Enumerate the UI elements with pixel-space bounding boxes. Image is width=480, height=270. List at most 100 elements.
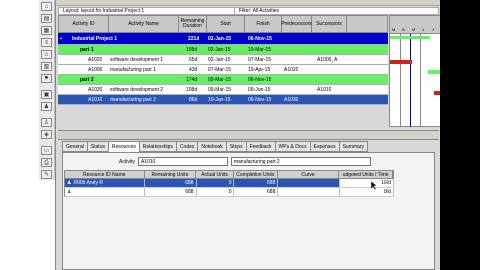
duration: 174d bbox=[186, 76, 198, 83]
finish-date: 09-Jun-15 bbox=[248, 86, 271, 93]
pane-splitter[interactable] bbox=[58, 130, 439, 140]
table-row[interactable]: part 1 108d 02-Jan-15 19-Mar-15 bbox=[58, 45, 388, 55]
toolbar-column: ⌂ ▤ ▦ ≡ ☺ ▥ ⚑ ▣ ♟ ♙ ◈ ▭ ⎙ ✎ bbox=[39, 0, 55, 180]
table-row[interactable]: ♟ R005 Andy R 688 0 688 10/d bbox=[64, 179, 395, 188]
resources-panel: Activity A1010 manufacturing part 2 Reso… bbox=[62, 152, 435, 270]
table-row[interactable]: part 2 174d 09-Mar-15 06-Nov-15 bbox=[58, 75, 388, 85]
table-row[interactable]: ▪ Industrial Project 1 221d 02-Jan-15 06… bbox=[58, 33, 388, 45]
activity-name: manufacturing part 2 bbox=[110, 96, 156, 103]
col-finish[interactable]: Finish bbox=[245, 16, 282, 32]
curve bbox=[278, 179, 341, 187]
start-date: 07-Mar-15 bbox=[208, 66, 232, 73]
timescale-line bbox=[420, 34, 421, 127]
tab-codes[interactable]: Codes bbox=[175, 141, 199, 152]
col-start[interactable]: Start bbox=[207, 16, 245, 32]
timescale-line bbox=[400, 34, 401, 127]
duration: 65d bbox=[189, 56, 198, 63]
portfolio-icon[interactable]: ◈ bbox=[41, 130, 52, 139]
col-completion-units[interactable]: Completion Units bbox=[234, 171, 278, 178]
table-row[interactable]: A1010 manufacturing part 2 86d 10-Jun-15… bbox=[58, 95, 388, 105]
activity-name-field[interactable]: manufacturing part 2 bbox=[230, 157, 371, 166]
timescale-month: A bbox=[402, 27, 405, 32]
activity-table-header: Activity ID Activity Name Remaining Dura… bbox=[58, 15, 388, 33]
pen-icon[interactable]: ✎ bbox=[41, 170, 52, 179]
table-row[interactable]: A1020 software development 1 65d 02-Jan-… bbox=[58, 55, 388, 65]
duration: 108d bbox=[186, 86, 198, 93]
docs-icon[interactable]: ▭ bbox=[41, 146, 52, 155]
start-date: 02-Jan-15 bbox=[208, 35, 232, 42]
actual-units: 0 bbox=[197, 188, 235, 196]
resource-name: R005 Andy R bbox=[73, 180, 103, 186]
finish-date: 06-Nov-15 bbox=[248, 96, 272, 103]
start-date: 02-Jan-15 bbox=[208, 56, 231, 63]
table-row[interactable]: ♟ 688 0 688 8/d bbox=[64, 188, 395, 197]
collapse-icon[interactable]: ▪ bbox=[60, 33, 62, 44]
remaining-units: 688 bbox=[145, 188, 197, 196]
tab-wps-docs[interactable]: WPs & Docs bbox=[274, 141, 311, 152]
resources-icon[interactable]: ♟ bbox=[41, 102, 52, 111]
activity-row: Activity A1010 manufacturing part 2 bbox=[119, 157, 371, 166]
timescale-month: M bbox=[392, 27, 396, 32]
resource-assignments-table: Resource ID Name Remaining Units Actual … bbox=[64, 170, 395, 197]
finish-date: 19-Mar-15 bbox=[248, 46, 272, 53]
tab-relationships[interactable]: Relationships bbox=[138, 141, 177, 152]
resource-name-cell: ♟ bbox=[65, 188, 145, 196]
budgeted-units-time: 8/d bbox=[340, 188, 395, 196]
users-icon[interactable]: ♙ bbox=[41, 118, 52, 127]
print-icon[interactable]: ⎙ bbox=[41, 158, 52, 167]
assignments-icon[interactable]: ☺ bbox=[41, 50, 52, 59]
col-actual-units[interactable]: Actual Units bbox=[196, 171, 234, 178]
black-margin bbox=[440, 0, 480, 270]
tab-summary[interactable]: Summary bbox=[338, 141, 368, 152]
tab-expenses[interactable]: Expenses bbox=[309, 141, 340, 152]
start-date: 09-Mar-15 bbox=[208, 86, 232, 93]
finish-date: 19-Apr-15 bbox=[248, 66, 271, 73]
detail-tabs: General Status Resources Relationships C… bbox=[62, 141, 368, 152]
main-window: Layout: layout for Industrial Project 1 … bbox=[55, 0, 441, 270]
tab-notebook[interactable]: Notebook bbox=[197, 141, 227, 152]
gantt-chart[interactable]: M A M J J bbox=[389, 15, 441, 127]
col-predecessors[interactable]: Predecessors bbox=[281, 16, 312, 32]
col-activity-name[interactable]: Activity Name bbox=[109, 16, 179, 32]
tab-status[interactable]: Status bbox=[86, 141, 109, 152]
table-row[interactable]: A1000 manufacturing part 1 43d 07-Mar-15… bbox=[58, 65, 388, 75]
table-row[interactable]: A1030 software development 2 108d 09-Mar… bbox=[58, 85, 388, 95]
filter-label[interactable]: Filter: All Activities bbox=[234, 8, 438, 14]
activity-id-field[interactable]: A1010 bbox=[137, 157, 228, 166]
col-resource-id-name[interactable]: Resource ID Name bbox=[65, 171, 145, 178]
duration: 108d bbox=[186, 46, 198, 53]
project-name: Industrial Project 1 bbox=[72, 35, 118, 42]
remaining-units: 688 bbox=[145, 179, 197, 187]
gantt-bar[interactable] bbox=[390, 60, 412, 64]
budgeted-units-time[interactable]: 10/d bbox=[340, 179, 395, 187]
col-activity-id[interactable]: Activity ID bbox=[59, 16, 109, 32]
tab-general[interactable]: General bbox=[62, 141, 88, 152]
tab-feedback[interactable]: Feedback bbox=[245, 141, 276, 152]
wbs-icon[interactable]: ▦ bbox=[41, 26, 52, 35]
timescale-month: J bbox=[432, 27, 434, 32]
gantt-bar[interactable] bbox=[390, 36, 430, 39]
col-remaining-duration[interactable]: Remaining Duration bbox=[179, 16, 207, 32]
col-curve[interactable]: Curve bbox=[278, 171, 340, 178]
projects-icon[interactable]: ▤ bbox=[41, 14, 52, 23]
activities-icon[interactable]: ≡ bbox=[41, 38, 52, 47]
tracking-icon[interactable]: ▥ bbox=[41, 62, 52, 71]
col-remaining-units[interactable]: Remaining Units bbox=[145, 171, 197, 178]
layout-filter-bar: Layout: layout for Industrial Project 1 … bbox=[58, 7, 439, 15]
tab-resources[interactable]: Resources bbox=[107, 141, 140, 152]
mouse-cursor-icon bbox=[370, 180, 378, 191]
activity-name: manufacturing part 1 bbox=[110, 66, 156, 73]
layout-label[interactable]: Layout: layout for Industrial Project 1 bbox=[59, 8, 234, 14]
col-budgeted-units-time[interactable]: udgeted Units / Time bbox=[339, 171, 393, 178]
tab-steps[interactable]: Steps bbox=[225, 141, 247, 152]
resource-icon: ♟ bbox=[67, 180, 72, 186]
issues-icon[interactable]: ⚑ bbox=[41, 74, 52, 83]
activity-name: software development 1 bbox=[110, 56, 164, 63]
finish-date: 06-Nov-15 bbox=[248, 76, 272, 83]
col-successors[interactable]: Successors bbox=[312, 16, 347, 32]
curve bbox=[278, 188, 341, 196]
activity-label: Activity bbox=[119, 158, 135, 165]
activity-id: A1000 bbox=[88, 66, 103, 73]
home-icon[interactable]: ⌂ bbox=[41, 2, 52, 11]
reports-icon[interactable]: ▣ bbox=[41, 90, 52, 99]
